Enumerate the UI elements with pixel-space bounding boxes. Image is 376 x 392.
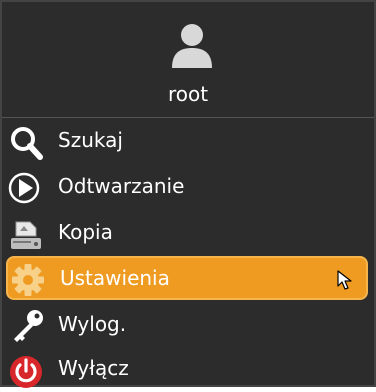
menu-item-label: Wyłącz: [58, 356, 129, 380]
menu-item-playback[interactable]: Odtwarzanie: [2, 166, 374, 210]
user-icon: [172, 24, 212, 68]
play-icon: [8, 172, 40, 204]
menu-item-logout[interactable]: Wylog.: [2, 304, 374, 348]
menu-item-shutdown[interactable]: Wyłącz: [2, 348, 374, 392]
divider: [2, 117, 374, 118]
mouse-cursor-icon: [337, 270, 352, 290]
menu-item-label: Wylog.: [58, 312, 127, 336]
username-label: root: [167, 82, 209, 106]
gear-icon: [12, 264, 44, 296]
menu-item-settings[interactable]: Ustawienia: [6, 256, 368, 300]
power-icon: [10, 356, 42, 388]
key-icon: [14, 310, 43, 342]
backup-drive-icon: [11, 221, 41, 249]
user-menu-panel: root Szukaj Odtwarzanie Kopia Ustawienia…: [0, 0, 376, 388]
menu-item-backup[interactable]: Kopia: [2, 212, 374, 256]
search-icon: [11, 127, 43, 160]
menu-item-search[interactable]: Szukaj: [2, 120, 374, 164]
menu-item-label: Ustawienia: [60, 266, 170, 290]
user-header: root: [2, 2, 374, 117]
menu-item-label: Szukaj: [58, 128, 123, 152]
menu-item-label: Kopia: [58, 220, 113, 244]
menu-item-label: Odtwarzanie: [58, 174, 185, 198]
